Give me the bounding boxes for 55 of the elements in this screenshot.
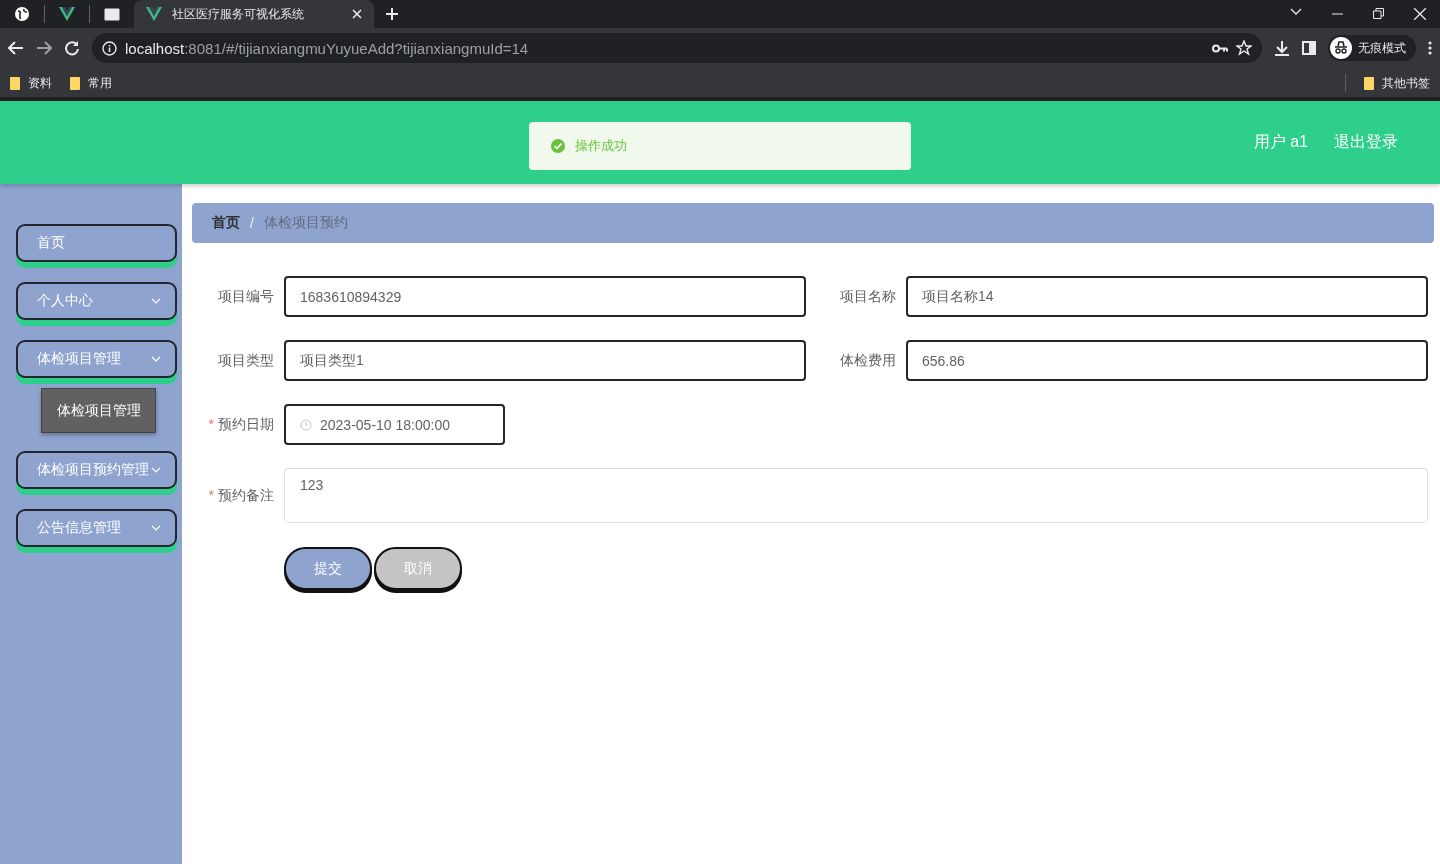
chevron-down-icon[interactable] [1290,8,1302,16]
breadcrumb-separator: / [250,215,254,231]
field-label: 预约备注 [218,486,274,505]
textarea-field[interactable]: 123 [284,468,1428,523]
reload-icon[interactable] [64,40,80,56]
folder-icon [70,76,80,90]
folder-icon [10,76,20,90]
bookmark[interactable]: 常用 [88,74,112,92]
clock-icon [300,418,312,431]
key-icon[interactable] [1212,43,1228,53]
required-mark: * [208,486,214,505]
profile-button[interactable]: 无痕模式 [1328,35,1416,61]
user-name: 用户 a1 [1253,132,1308,152]
star-icon[interactable] [1236,40,1252,56]
address-bar[interactable]: localhost:8081/#/tijianxiangmuYuyueAdd?tijianxiangmuId=14 [92,33,1262,63]
url-text: localhost:8081/#/tijianxiangmuYuyueAdd?tijianxiangmuId=14 [125,39,529,57]
download-icon[interactable] [1274,40,1290,56]
chevron-down-icon [151,298,161,304]
restore-icon[interactable] [1373,8,1384,19]
field-label: 项目编号 [218,287,274,306]
date-field[interactable]: 2023-05-10 18:00:00 [284,404,505,445]
chevron-down-icon [151,525,161,531]
field-label: 项目名称 [840,287,896,306]
browser-tab[interactable]: 社区医疗服务可视化系统 [134,0,374,28]
chevron-down-icon [151,467,161,473]
close-icon[interactable] [352,9,362,19]
folder-icon [1364,76,1374,90]
v-logo-icon [146,7,162,21]
required-mark: * [208,415,214,434]
field-label: 预约日期 [218,415,274,434]
back-icon[interactable] [8,41,24,55]
input-field[interactable]: 1683610894329 [284,276,806,317]
breadcrumb-item: 体检项目预约 [263,214,348,232]
field-label: 体检费用 [840,351,896,370]
bookmark[interactable]: 资料 [28,74,52,92]
menu-icon[interactable] [1428,41,1432,55]
bookmark[interactable]: 其他书签 [1382,74,1430,92]
side-panel-icon[interactable] [1302,41,1316,55]
incognito-icon [1330,37,1352,59]
globe-icon [14,6,30,22]
chevron-down-icon [151,356,161,362]
submenu-item[interactable]: 体检项目管理 [41,388,156,433]
check-circle-icon [551,139,565,153]
forward-icon[interactable] [36,41,52,55]
input-field[interactable]: 项目名称14 [906,276,1428,317]
toast-message: 操作成功 [575,137,627,155]
input-field[interactable]: 项目类型1 [284,340,806,381]
breadcrumb-item[interactable]: 首页 [212,214,240,232]
input-field[interactable]: 656.86 [906,340,1428,381]
close-icon[interactable] [1414,8,1426,20]
page-icon [104,7,120,21]
info-icon[interactable] [102,40,117,56]
v-logo-icon [59,7,75,21]
new-tab-icon[interactable] [386,8,398,20]
field-label: 项目类型 [218,351,274,370]
